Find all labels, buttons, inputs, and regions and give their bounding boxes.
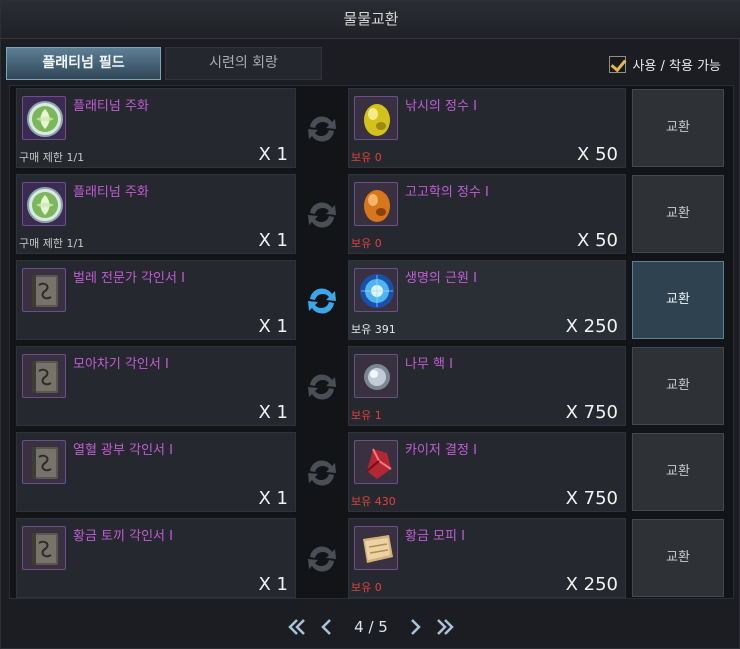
get-item-name: 낚시의 정수 I (405, 99, 477, 114)
tab-trial-corridor[interactable]: 시련의 회랑 (165, 47, 322, 80)
exchange-button[interactable]: 교환 (632, 433, 724, 511)
give-quantity: X 1 (258, 316, 288, 337)
get-item-cell[interactable]: 생명의 근원 I 보유 391 X 250 (348, 260, 626, 340)
get-quantity: X 250 (565, 316, 618, 337)
exchange-arrows-icon (308, 546, 336, 572)
exchange-row: 열혈 광부 각인서 I X 1 카이저 결정 I 보유 430 X 750 교환 (10, 430, 733, 516)
get-quantity: X 750 (565, 488, 618, 509)
owned-count: 보유 0 (351, 581, 382, 594)
platinum-coin-icon (22, 182, 66, 226)
next-page-icon[interactable] (404, 616, 426, 638)
owned-count: 보유 1 (351, 409, 382, 422)
exchange-list: 플래티넘 주화 구매 제한 1/1 X 1 낚시의 정수 I 보유 0 X 50… (9, 85, 734, 599)
give-item-cell[interactable]: 열혈 광부 각인서 I X 1 (16, 432, 296, 512)
give-item-cell[interactable]: 플래티넘 주화 구매 제한 1/1 X 1 (16, 174, 296, 254)
golden-fur-icon (354, 526, 398, 570)
first-page-icon[interactable] (286, 616, 308, 638)
purchase-limit: 구매 제한 1/1 (19, 151, 85, 164)
exchange-button[interactable]: 교환 (632, 89, 724, 167)
give-item-cell[interactable]: 벌레 전문가 각인서 I X 1 (16, 260, 296, 340)
give-quantity: X 1 (258, 574, 288, 595)
purchase-limit: 구매 제한 1/1 (19, 237, 85, 250)
exchange-arrows-icon (308, 116, 336, 142)
engraving-book-icon (22, 268, 66, 312)
get-quantity: X 750 (565, 402, 618, 423)
tab-platinum-field[interactable]: 플래티넘 필드 (6, 47, 161, 80)
exchange-button[interactable]: 교환 (632, 175, 724, 253)
give-item-name: 모아차기 각인서 I (73, 357, 169, 372)
give-item-cell[interactable]: 황금 토끼 각인서 I X 1 (16, 518, 296, 598)
prev-page-icon[interactable] (316, 616, 338, 638)
usable-checkbox[interactable] (609, 55, 627, 73)
pagination: 4 / 5 (1, 613, 740, 641)
barter-window: 물물교환 플래티넘 필드 시련의 회랑 사용 / 착용 가능 플래티넘 주화 구… (0, 0, 740, 649)
give-item-cell[interactable]: 모아차기 각인서 I X 1 (16, 346, 296, 426)
give-item-name: 황금 토끼 각인서 I (73, 529, 173, 544)
last-page-icon[interactable] (434, 616, 456, 638)
give-item-name: 플래티넘 주화 (73, 99, 149, 114)
owned-count: 보유 0 (351, 237, 382, 250)
get-item-name: 나무 핵 I (405, 357, 453, 372)
wood-core-icon (354, 354, 398, 398)
get-item-name: 카이저 결정 I (405, 443, 477, 458)
get-quantity: X 50 (577, 230, 618, 251)
exchange-button[interactable]: 교환 (632, 261, 724, 339)
page-indicator: 4 / 5 (354, 618, 388, 636)
owned-count: 보유 430 (351, 495, 396, 508)
give-item-name: 열혈 광부 각인서 I (73, 443, 173, 458)
engraving-book-icon (22, 526, 66, 570)
get-item-cell[interactable]: 카이저 결정 I 보유 430 X 750 (348, 432, 626, 512)
kaiser-crystal-icon (354, 440, 398, 484)
owned-count: 보유 391 (351, 323, 396, 336)
give-quantity: X 1 (258, 488, 288, 509)
archaeology-essence-icon (354, 182, 398, 226)
platinum-coin-icon (22, 96, 66, 140)
get-quantity: X 250 (565, 574, 618, 595)
exchange-button[interactable]: 교환 (632, 347, 724, 425)
give-quantity: X 1 (258, 230, 288, 251)
exchange-row: 모아차기 각인서 I X 1 나무 핵 I 보유 1 X 750 교환 (10, 344, 733, 430)
get-quantity: X 50 (577, 144, 618, 165)
get-item-name: 고고학의 정수 I (405, 185, 489, 200)
usable-filter[interactable]: 사용 / 착용 가능 (609, 53, 721, 75)
get-item-cell[interactable]: 황금 모피 I 보유 0 X 250 (348, 518, 626, 598)
usable-filter-label: 사용 / 착용 가능 (632, 58, 721, 74)
give-quantity: X 1 (258, 144, 288, 165)
get-item-cell[interactable]: 나무 핵 I 보유 1 X 750 (348, 346, 626, 426)
give-item-name: 벌레 전문가 각인서 I (73, 271, 185, 286)
get-item-cell[interactable]: 고고학의 정수 I 보유 0 X 50 (348, 174, 626, 254)
exchange-row: 벌레 전문가 각인서 I X 1 생명의 근원 I 보유 391 X 250 교… (10, 258, 733, 344)
engraving-book-icon (22, 440, 66, 484)
exchange-row: 황금 토끼 각인서 I X 1 황금 모피 I 보유 0 X 250 교환 (10, 516, 733, 602)
exchange-arrows-icon (308, 288, 336, 314)
give-item-name: 플래티넘 주화 (73, 185, 149, 200)
exchange-arrows-icon (308, 202, 336, 228)
exchange-arrows-icon (308, 460, 336, 486)
exchange-arrows-icon (308, 374, 336, 400)
get-item-name: 생명의 근원 I (405, 271, 477, 286)
exchange-row: 플래티넘 주화 구매 제한 1/1 X 1 고고학의 정수 I 보유 0 X 5… (10, 172, 733, 258)
get-item-name: 황금 모피 I (405, 529, 465, 544)
engraving-book-icon (22, 354, 66, 398)
window-title: 물물교환 (1, 1, 740, 39)
give-item-cell[interactable]: 플래티넘 주화 구매 제한 1/1 X 1 (16, 88, 296, 168)
owned-count: 보유 0 (351, 151, 382, 164)
give-quantity: X 1 (258, 402, 288, 423)
get-item-cell[interactable]: 낚시의 정수 I 보유 0 X 50 (348, 88, 626, 168)
exchange-row: 플래티넘 주화 구매 제한 1/1 X 1 낚시의 정수 I 보유 0 X 50… (10, 86, 733, 172)
life-origin-orb-icon (354, 268, 398, 312)
exchange-button[interactable]: 교환 (632, 519, 724, 597)
fishing-essence-icon (354, 96, 398, 140)
